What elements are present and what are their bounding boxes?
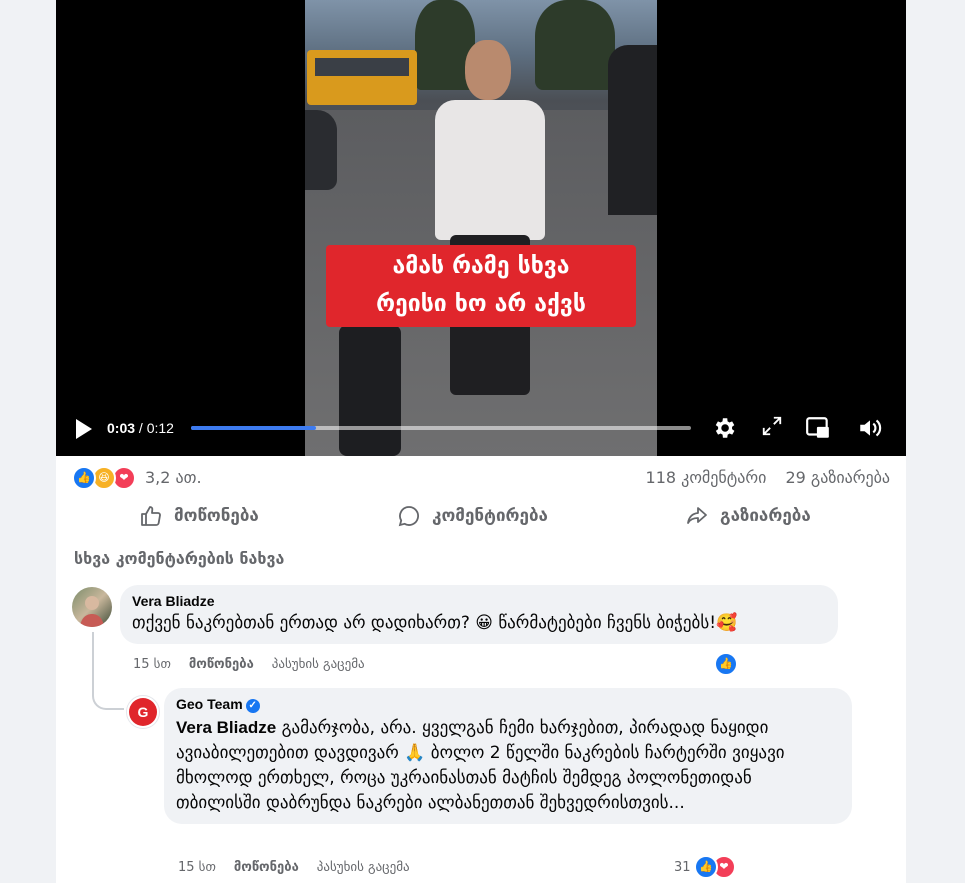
comment-time[interactable]: 15 სთ	[133, 657, 171, 672]
reply-reply-button[interactable]: პასუხის გაცემა	[317, 860, 410, 875]
reply-meta: 15 სთ მოწონება პასუხის გაცემა	[178, 860, 428, 875]
like-label: მოწონება	[174, 506, 259, 526]
reply-bubble: Geo Team ✓ Vera Bliadze გამარჯობა, არა. ყ…	[164, 688, 852, 824]
video-frame	[305, 0, 657, 456]
post-actions: მოწონება კომენტირება გაზიარება	[56, 498, 906, 534]
video-controls: 0:03 / 0:12	[56, 405, 906, 453]
volume-icon[interactable]	[856, 415, 884, 443]
like-icon[interactable]: 👍	[714, 652, 738, 676]
comment-label: კომენტირება	[432, 506, 548, 526]
reply-like-button[interactable]: მოწონება	[234, 860, 299, 875]
reaction-count[interactable]: 3,2 ათ.	[145, 468, 202, 487]
like-icon[interactable]: 👍	[694, 855, 718, 879]
caption-line-1: ამას რამე სხვა	[392, 253, 570, 279]
comment-meta: 15 სთ მოწონება პასუხის გაცემა	[133, 657, 383, 672]
play-icon[interactable]	[76, 419, 92, 439]
comment-bubble: Vera Bliadze თქვენ ნაკრებთან ერთად არ და…	[120, 585, 838, 644]
svg-text:G: G	[138, 704, 149, 720]
thumbs-up-icon	[141, 506, 161, 526]
fullscreen-icon[interactable]	[758, 415, 786, 443]
progress-fill	[191, 426, 316, 430]
post-card: ამას რამე სხვა რეისი ხო არ აქვს 0:03 / 0…	[56, 0, 906, 883]
video-caption: ამას რამე სხვა რეისი ხო არ აქვს	[326, 245, 636, 327]
thread-line	[92, 632, 124, 710]
share-label: გაზიარება	[720, 506, 811, 526]
time-current: 0:03	[107, 420, 136, 436]
comment-count[interactable]: 118 კომენტარი	[646, 468, 767, 487]
video-time: 0:03 / 0:12	[107, 420, 174, 436]
view-more-comments[interactable]: სხვა კომენტარების ნახვა	[74, 549, 284, 568]
reply-text: Vera Bliadze გამარჯობა, არა. ყველგან ჩემ…	[176, 718, 785, 813]
verified-badge-icon: ✓	[245, 699, 260, 713]
comment-reply-button[interactable]: პასუხის გაცემა	[272, 657, 365, 672]
comment-author[interactable]: Vera Bliadze	[132, 593, 826, 609]
geo-team-avatar[interactable]: G	[126, 695, 160, 729]
post-stats: 118 კომენტარი 29 გაზიარება	[632, 468, 890, 487]
reply-time[interactable]: 15 სთ	[178, 860, 216, 875]
progress-bar[interactable]	[191, 426, 691, 430]
geo-team-logo: G	[129, 698, 157, 726]
video-player[interactable]: ამას რამე სხვა რეისი ხო არ აქვს 0:03 / 0…	[56, 0, 906, 456]
reply-mention[interactable]: Vera Bliadze	[176, 718, 276, 737]
comment-text: თქვენ ნაკრებთან ერთად არ დადიხართ? 😀 წარ…	[132, 613, 738, 633]
bus-image	[307, 50, 417, 105]
gear-icon[interactable]	[710, 415, 738, 443]
share-count[interactable]: 29 გაზიარება	[785, 468, 890, 487]
caption-line-2: რეისი ხო არ აქვს	[376, 291, 586, 317]
reply-author[interactable]: Geo Team ✓	[176, 696, 840, 713]
miniplayer-icon[interactable]	[804, 415, 832, 443]
like-icon: 👍	[72, 466, 96, 490]
time-total: 0:12	[146, 420, 174, 436]
reply-reaction-count[interactable]: 31	[674, 860, 691, 875]
person-image	[410, 30, 570, 410]
comment-icon	[398, 506, 419, 527]
share-icon	[687, 507, 707, 524]
avatar[interactable]	[72, 587, 112, 627]
comment-like-button[interactable]: მოწონება	[189, 657, 254, 672]
